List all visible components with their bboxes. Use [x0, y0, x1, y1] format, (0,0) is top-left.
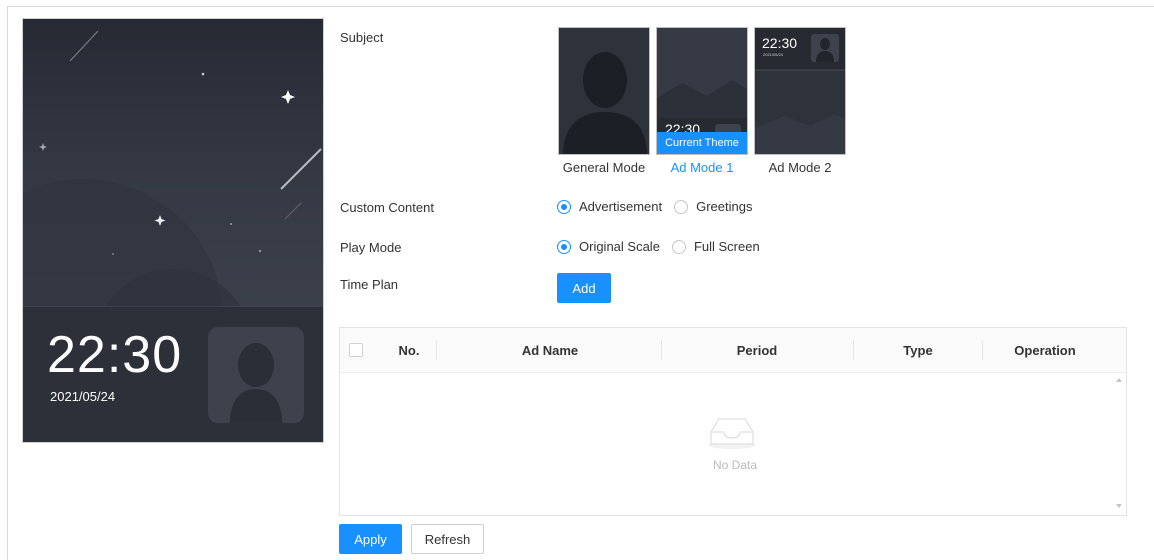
radio-selected-icon	[557, 239, 571, 254]
theme-label-ad-mode-1[interactable]: Ad Mode 1	[652, 160, 752, 175]
no-data-text: No Data	[712, 458, 758, 472]
face-placeholder-icon	[208, 327, 304, 423]
column-header-operation[interactable]: Operation	[984, 328, 1106, 373]
refresh-button[interactable]: Refresh	[411, 524, 484, 554]
column-divider	[982, 340, 983, 360]
select-all-checkbox[interactable]	[349, 343, 363, 357]
scroll-down-arrow-icon[interactable]	[1116, 504, 1122, 508]
custom-content-radio-group: Advertisement Greetings	[557, 199, 764, 214]
empty-inbox-icon	[707, 416, 757, 453]
preview-info-panel: 22:30 2021/05/24	[23, 306, 323, 442]
radio-advertisement[interactable]: Advertisement	[557, 199, 662, 214]
preview-clock: 22:30	[47, 326, 183, 384]
subject-label: Subject	[340, 30, 384, 45]
radio-greetings[interactable]: Greetings	[674, 199, 752, 214]
add-time-plan-button[interactable]: Add	[557, 273, 611, 303]
thumb-time: 22:30	[762, 35, 798, 51]
preview-background	[23, 19, 323, 306]
radio-label: Greetings	[696, 199, 753, 214]
apply-button[interactable]: Apply	[339, 524, 402, 554]
theme-label-general-mode[interactable]: General Mode	[554, 160, 654, 175]
theme-general-mode[interactable]	[558, 27, 650, 155]
play-mode-label: Play Mode	[340, 240, 402, 255]
theme-ad-mode-2[interactable]: 22:30 2021/05/24	[754, 27, 846, 155]
radio-unselected-icon	[674, 199, 689, 214]
column-header-type[interactable]: Type	[854, 328, 982, 373]
radio-label: Full Screen	[693, 239, 760, 254]
theme-label-ad-mode-2[interactable]: Ad Mode 2	[750, 160, 850, 175]
play-mode-radio-group: Original Scale Full Screen	[557, 239, 772, 254]
table-header: No. Ad Name Period Type Operation	[340, 328, 1126, 373]
radio-original-scale[interactable]: Original Scale	[557, 239, 660, 254]
device-preview: 22:30 2021/05/24	[22, 18, 324, 443]
thumb-date: 2021/05/24	[763, 52, 784, 57]
radio-unselected-icon	[671, 239, 686, 254]
current-theme-badge: Current Theme	[657, 132, 747, 154]
column-header-no[interactable]: No.	[384, 328, 434, 373]
column-divider	[436, 340, 437, 360]
person-silhouette-icon	[559, 28, 649, 154]
radio-full-screen[interactable]: Full Screen	[671, 239, 760, 254]
scroll-up-arrow-icon[interactable]	[1116, 378, 1122, 382]
radio-selected-icon	[557, 199, 571, 214]
column-header-period[interactable]: Period	[662, 328, 852, 373]
column-header-ad-name[interactable]: Ad Name	[440, 328, 660, 373]
theme-ad-mode-1[interactable]: 22:30 Current Theme	[656, 27, 748, 155]
ad-table: No. Ad Name Period Type Operation No Dat…	[339, 327, 1127, 516]
preview-date: 2021/05/24	[50, 389, 116, 404]
custom-content-label: Custom Content	[340, 200, 434, 215]
time-plan-label: Time Plan	[340, 277, 399, 292]
table-scrollbar[interactable]	[1112, 373, 1126, 515]
radio-label: Advertisement	[579, 199, 663, 214]
radio-label: Original Scale	[579, 239, 660, 254]
